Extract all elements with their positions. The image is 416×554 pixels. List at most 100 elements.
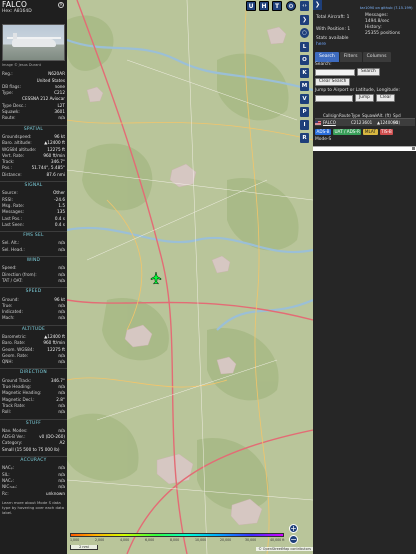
column-header[interactable]: Route [339,112,351,118]
photo-fuselage [12,39,56,47]
signal-list: Source: Other RSSI: -24.6 Msg. Rate: 1.5 Messa… [0,190,67,228]
wind-key: TAT / OAT: [2,277,23,283]
map-button-i[interactable]: I [300,120,309,130]
with-position-value: 1 [347,27,351,32]
center-circle-icon[interactable]: ○ [300,28,309,38]
aircraft-header: FALCO Hex: A8164D × [0,0,67,22]
version-link[interactable]: tar1090 on github (7.15.199) [360,5,412,11]
messages-value: 1494.8/sec [365,19,390,24]
messages-label: Messages: [365,13,389,18]
photo-credit: Image © Jesus Durant [2,63,41,67]
column-header[interactable]: Squawk [362,112,378,118]
direction-list: Ground Track: 346.7° True Heading: n/a Magne… [0,378,67,416]
details-mid: Type Desc.: L2T Squawk: 3601 Route: n/a [0,103,67,122]
clear-jump-button[interactable]: Clear [375,94,396,102]
map-button-k[interactable]: K [300,68,309,78]
fms-list: Sel. Alt.: n/a Sel. Head.: n/a [0,240,67,253]
direction-row: Roll: n/a [0,409,67,415]
hex-value: A8164D [13,9,32,14]
settings-gear-icon[interactable]: ⚙ [286,1,296,11]
row-speed: 96 [393,120,399,125]
speed-value: n/a [58,315,65,321]
jump-input[interactable] [315,94,353,102]
map-button-u[interactable]: U [246,1,256,11]
legend-label: 20,000 [220,538,232,542]
map-tiles [67,0,313,554]
altitude-list: Barometric: ▲12400 ft Baro. Rate: 960 ft/mi… [0,334,67,365]
source-tag: UAT / ADS-R [332,129,362,135]
search-button[interactable]: Search [357,68,380,76]
stats-link[interactable]: here [316,42,326,47]
detail-key: Reg.: [2,71,13,77]
stats-available: Stats available here [316,36,348,48]
horizontal-scrollbar[interactable] [313,146,416,151]
source-tag: TIS-B [379,129,394,135]
tab-search[interactable]: Search [315,52,339,62]
detail-row: Route: n/a [0,115,67,121]
stuff-key: Category: [2,440,23,446]
column-header[interactable]: Callsign [323,112,339,118]
stuff-value: A2 [59,440,65,446]
map-button-h[interactable]: H [259,1,269,11]
table-row[interactable]: FALCO C212 3601 ▲12400 96 [315,119,415,126]
map-button-l[interactable]: L [300,42,309,52]
tab-filters[interactable]: Filters [339,52,362,62]
collapse-sidebar-icon[interactable]: ‹› [300,1,309,11]
map-canvas[interactable]: UHT ⚙ ‹› ❯ ○ LOKMVPIR + − 1,000 2,000 4,00… [67,0,313,554]
zoom-in-button[interactable]: + [289,524,298,533]
table-header: Callsign Route Type Squawk Alt. (ft) Spd (kt) [315,112,415,125]
aircraft-list-panel: ❯ tar1090 on github (7.15.199) Total Air… [313,0,416,554]
with-position-label: With Position: [316,27,346,32]
map-button-o[interactable]: O [300,55,309,65]
map-button-v[interactable]: V [300,94,309,104]
map-button-m[interactable]: M [300,81,309,91]
search-input[interactable] [315,68,355,76]
spatial-key: Distance: [2,171,22,177]
layers-icon[interactable]: ❯ [300,15,309,25]
legend-label: 4,000 [120,538,130,542]
expand-panel-icon[interactable]: ❯ [313,0,322,10]
column-header[interactable]: Alt. (ft) [377,112,393,118]
section-speed: SPEED [0,287,67,295]
legend-label: 6,000 [145,538,155,542]
scrollbar-thumb[interactable] [412,147,415,150]
column-header[interactable]: Type [351,112,362,118]
wind-list: Speed: n/a Direction (from): n/a TAT / OAT: n… [0,265,67,284]
legend-label: 1,000 [70,538,80,542]
signal-row: Last Seen: 0.4 s [0,222,67,228]
close-icon[interactable]: × [58,2,64,8]
altitude-color-legend [70,533,284,537]
detail-key: Type: [2,90,14,96]
aircraft-photo[interactable] [2,24,65,61]
map-button-p[interactable]: P [300,107,309,117]
column-header[interactable]: Spd (kt) [393,112,403,125]
wind-row: TAT / OAT: n/a [0,278,67,284]
spatial-list: Groundspeed: 96 kt Baro. altitude: ▲12400 f… [0,134,67,178]
speed-key: Mach: [2,315,15,321]
history-label: History: [365,25,382,30]
source-tag: MLAT [363,129,378,135]
zoom-out-button[interactable]: − [289,535,298,544]
us-flag-icon [315,121,321,125]
panel-tabs: Search Filters Columns [315,52,391,62]
signal-key: Last Seen: [2,221,24,227]
stuff-list: Nav. Modes: n/a ADS-B Ver.: v0 (DO-260) Cate… [0,428,67,447]
tab-columns[interactable]: Columns [362,52,391,62]
section-stuff: STUFF [0,418,67,427]
clear-search-button[interactable]: Clear Search [315,78,351,86]
total-aircraft: Total Aircraft: 1 [316,15,349,21]
map-button-t[interactable]: T [272,1,282,11]
speed-list: Ground: 96 kt True: n/a Indicated: n/a Mach: n/… [0,297,67,322]
map-attribution[interactable]: © OpenStreetMap contributors [256,547,313,551]
column-header[interactable] [315,112,323,118]
direction-key: Roll: [2,409,12,415]
map-button-r[interactable]: R [300,133,309,143]
legend-label: 2,000 [95,538,105,542]
signal-value: 0.4 s [54,221,65,227]
detail-key: Route: [2,115,16,121]
aircraft-info-panel: FALCO Hex: A8164D × Image © Jesus Durant… [0,0,67,554]
search-area: Search: Search Clear Search Jump to Airp… [315,62,414,102]
jump-button[interactable]: Jump [355,94,374,102]
row-squawk: 3601 [362,120,373,125]
source-legend: ADS-B UAT / ADS-R MLAT TIS-B [315,129,394,135]
